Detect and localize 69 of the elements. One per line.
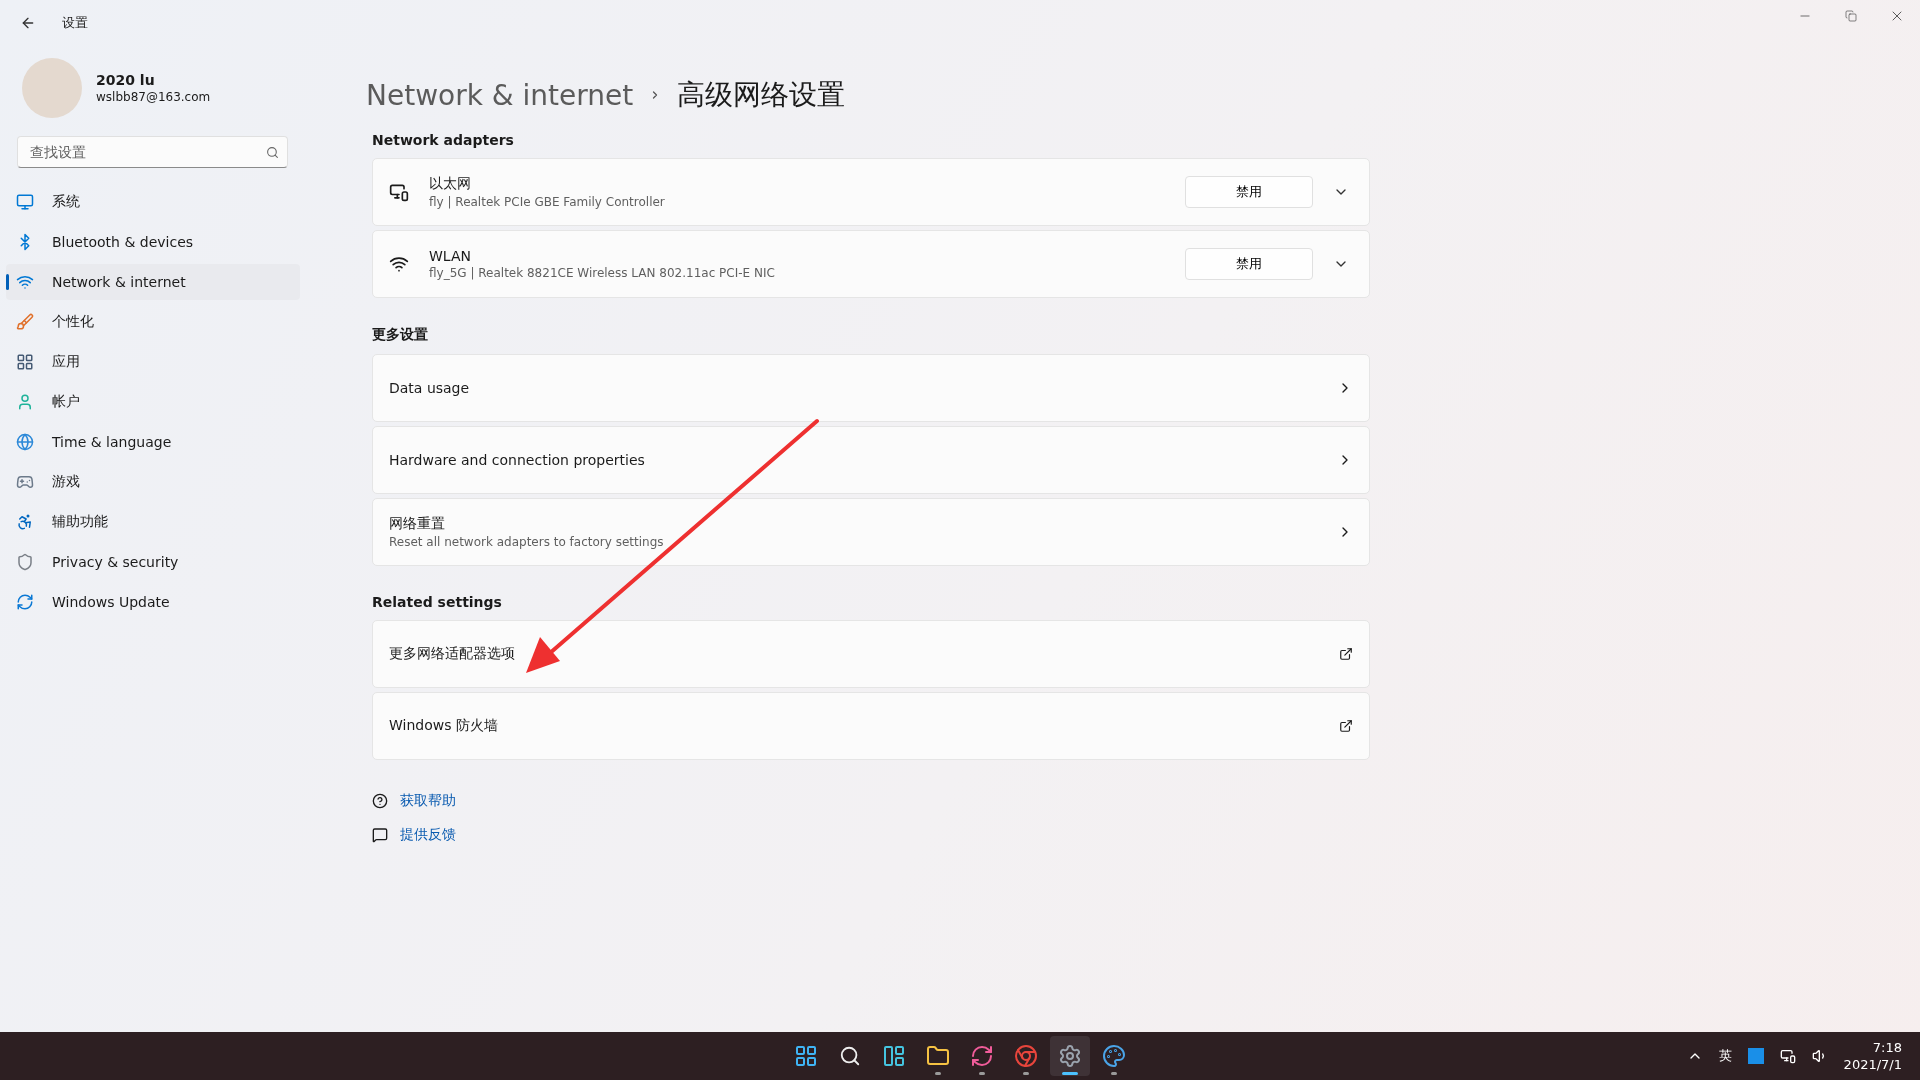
row-title: 网络重置: [389, 515, 446, 533]
palette-icon: [1102, 1044, 1126, 1068]
sidebar-item[interactable]: 系统: [6, 184, 300, 220]
feedback-icon: [372, 827, 388, 843]
sidebar-item[interactable]: Windows Update: [6, 584, 300, 620]
widgets-icon: [882, 1044, 906, 1068]
settings-row[interactable]: 网络重置 Reset all network adapters to factory settings: [372, 498, 1370, 566]
adapter-detail: fly_5G | Realtek 8821CE Wireless LAN 802.11ac PCI-E NIC: [429, 266, 776, 280]
section-heading: Network adapters: [372, 132, 515, 148]
settings-row[interactable]: 更多网络适配器选项: [372, 620, 1370, 688]
sidebar-item[interactable]: Privacy & security: [6, 544, 300, 580]
wifi-icon: [16, 273, 34, 291]
window-title: 设置: [62, 14, 88, 32]
row-title: Windows 防火墙: [389, 717, 499, 735]
help-icon: [372, 793, 388, 809]
search-icon: [266, 145, 279, 159]
disable-button[interactable]: 禁用: [1185, 248, 1313, 280]
external-link-icon: [1339, 647, 1353, 661]
input-method-indicator[interactable]: 英: [1718, 1047, 1732, 1065]
sidebar-item[interactable]: 应用: [6, 344, 300, 380]
accessibility-icon: [16, 513, 34, 531]
clock-date[interactable]: 2021/7/1: [1843, 1057, 1902, 1072]
breadcrumb-link[interactable]: Network & internet: [366, 78, 634, 112]
gamepad-icon: [16, 473, 34, 491]
avatar: [22, 58, 82, 118]
clock-time[interactable]: 7:18: [1872, 1040, 1902, 1055]
network-icon[interactable]: [1779, 1048, 1796, 1064]
user-name: 2020 lu: [96, 72, 156, 88]
taskbar-app-button[interactable]: [1050, 1036, 1090, 1076]
disable-button[interactable]: 禁用: [1185, 176, 1313, 208]
gear-icon: [1058, 1044, 1082, 1068]
sidebar-item[interactable]: 个性化: [6, 304, 300, 340]
sidebar-item[interactable]: 游戏: [6, 464, 300, 500]
settings-row[interactable]: Data usage: [372, 354, 1370, 422]
user-email: wslbb87@163.com: [96, 90, 211, 104]
section-heading: Related settings: [372, 594, 503, 610]
external-link-icon: [1339, 719, 1353, 733]
sidebar-item[interactable]: Network & internet: [6, 264, 300, 300]
sidebar-item[interactable]: 帐户: [6, 384, 300, 420]
row-subtitle: Reset all network adapters to factory settings: [389, 535, 665, 549]
settings-row[interactable]: Hardware and connection properties: [372, 426, 1370, 494]
section-heading: 更多设置: [372, 326, 429, 344]
restore-icon: [1845, 10, 1857, 22]
monitor-icon: [16, 193, 34, 211]
person-icon: [16, 393, 34, 411]
adapter-detail: fly | Realtek PCIe GBE Family Controller: [429, 195, 666, 209]
sidebar-item[interactable]: Time & language: [6, 424, 300, 460]
grid-icon: [16, 353, 34, 371]
refresh-icon: [16, 593, 34, 611]
sidebar-item[interactable]: Bluetooth & devices: [6, 224, 300, 260]
row-title: 更多网络适配器选项: [389, 645, 516, 663]
help-link[interactable]: 提供反馈: [400, 826, 456, 844]
search-icon: [839, 1045, 861, 1067]
search-box[interactable]: 查找设置: [17, 136, 288, 168]
help-link[interactable]: 获取帮助: [400, 792, 456, 810]
search-field[interactable]: 查找设置: [28, 143, 266, 161]
brush-icon: [16, 313, 34, 331]
browser-icon: [1014, 1044, 1038, 1068]
globe-icon: [16, 433, 34, 451]
shield-icon: [16, 553, 34, 571]
sidebar-item[interactable]: 辅助功能: [6, 504, 300, 540]
page-title: 高级网络设置: [677, 77, 846, 113]
row-title: Data usage: [389, 380, 471, 396]
adapter-name: WLAN: [429, 248, 472, 264]
settings-row[interactable]: Windows 防火墙: [372, 692, 1370, 760]
folder-icon: [926, 1044, 950, 1068]
app-tray-icon[interactable]: [1747, 1048, 1764, 1064]
adapter-name: 以太网: [429, 175, 472, 193]
row-title: Hardware and connection properties: [389, 452, 646, 468]
